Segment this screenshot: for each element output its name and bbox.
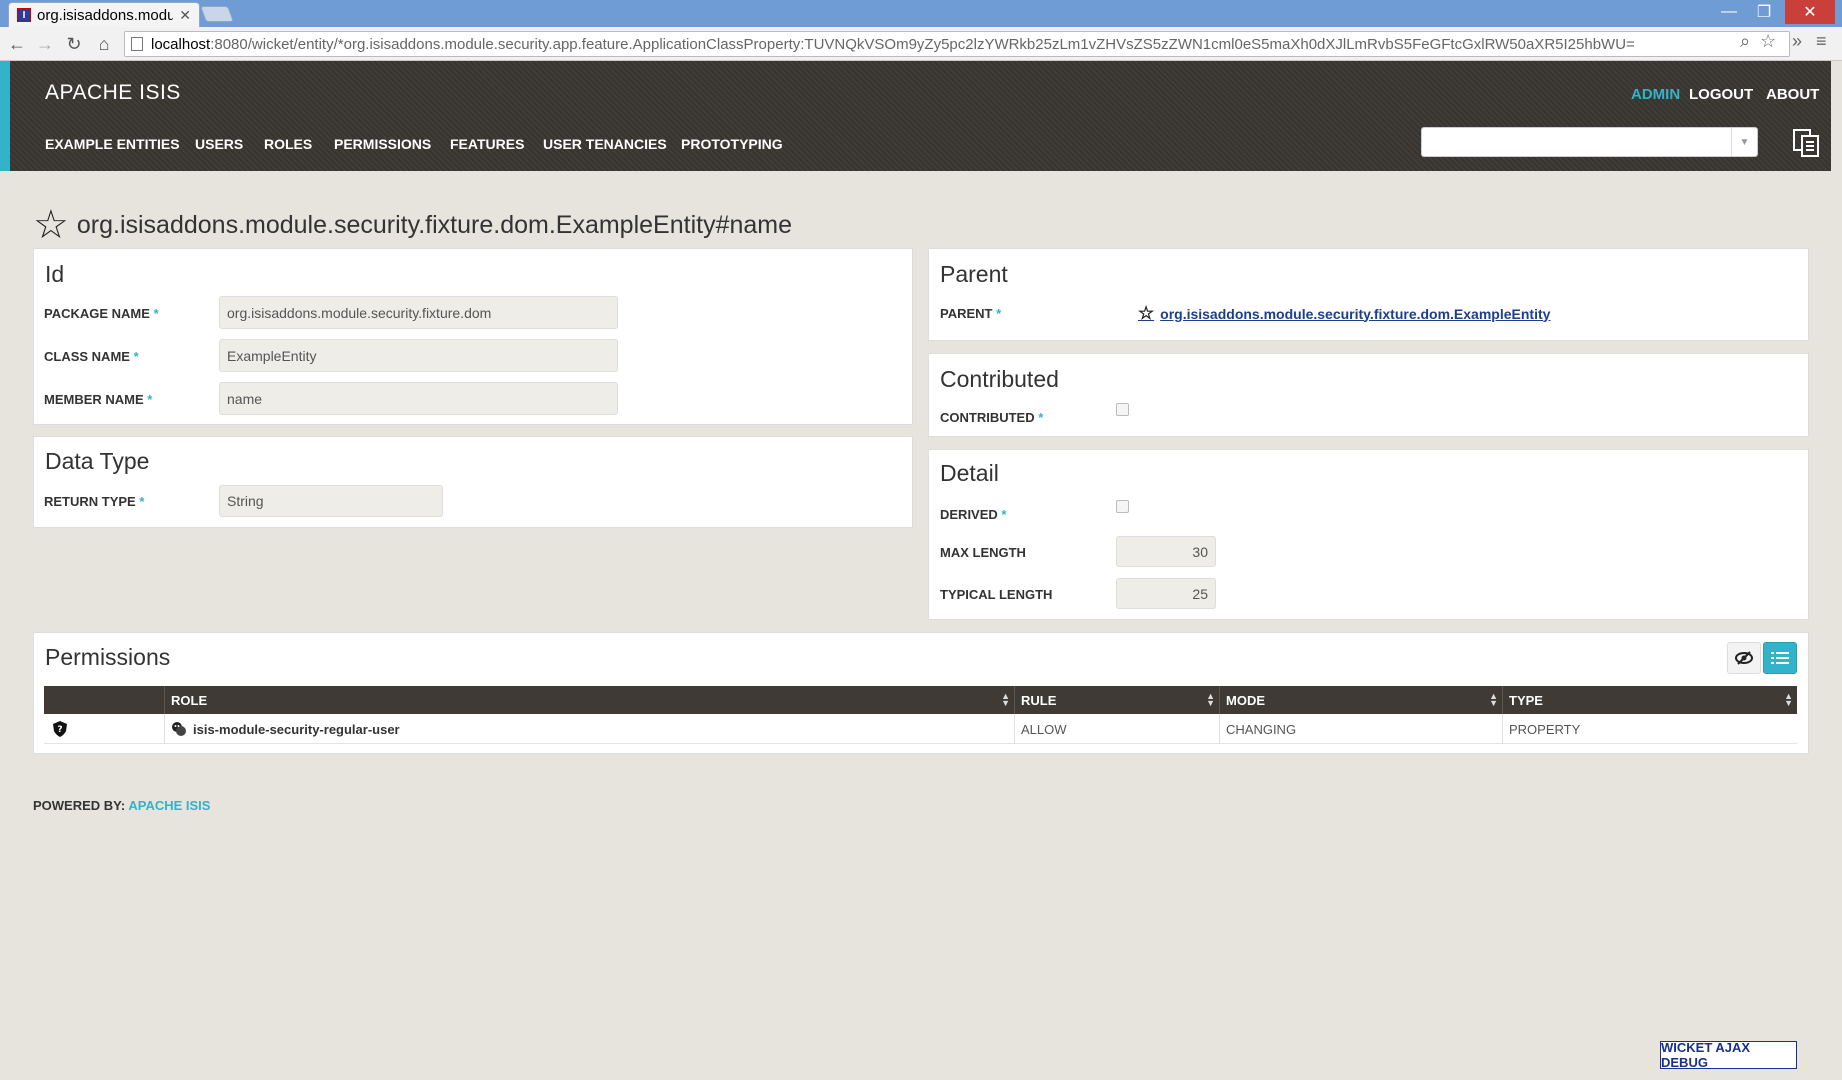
extensions-chevron-icon[interactable]: » — [1792, 31, 1802, 52]
role-masks-icon — [171, 721, 187, 737]
detail-heading: Detail — [940, 460, 999, 486]
parent-link[interactable]: ☆ org.isisaddons.module.security.fixture… — [1138, 303, 1550, 324]
svg-text:?: ? — [57, 725, 62, 735]
detail-panel: Detail — [928, 449, 1809, 620]
type-cell: PROPERTY — [1502, 714, 1797, 744]
icon-column-header — [44, 686, 164, 714]
sort-icon[interactable]: ▲ ▼ — [1489, 692, 1498, 708]
entity-star-icon: ☆ — [1138, 303, 1155, 323]
search-select[interactable]: ▼ — [1421, 127, 1758, 157]
member-name-label: MEMBER NAME * — [44, 392, 153, 407]
mode-column-header[interactable]: MODE ▲ ▼ — [1219, 686, 1502, 714]
eye-slash-icon — [1735, 651, 1753, 665]
sort-icon[interactable]: ▲ ▼ — [1784, 692, 1793, 708]
contributed-panel: Contributed — [928, 353, 1809, 437]
back-arrow-icon[interactable]: ← — [5, 32, 29, 56]
permission-shield-icon[interactable]: ? — [44, 714, 164, 744]
permissions-heading: Permissions — [45, 644, 171, 670]
forward-arrow-icon[interactable]: → — [33, 32, 57, 56]
menu-features[interactable]: FEATURES — [450, 136, 524, 152]
class-name-field[interactable]: ExampleEntity — [219, 339, 618, 372]
url-path: :8080/wicket/entity/*org.isisaddons.modu… — [210, 35, 1635, 53]
about-link[interactable]: ABOUT — [1766, 86, 1819, 103]
bookmark-star-icon[interactable]: ☆ — [1760, 31, 1776, 52]
type-column-header[interactable]: TYPE ▲ ▼ — [1502, 686, 1797, 714]
max-length-field[interactable]: 30 — [1116, 536, 1216, 567]
data-type-panel: Data Type — [33, 436, 913, 528]
menu-prototyping[interactable]: PROTOTYPING — [681, 136, 783, 152]
derived-label: DERIVED * — [940, 507, 1007, 522]
package-name-field[interactable]: org.isisaddons.module.security.fixture.d… — [219, 296, 618, 329]
permissions-table-header: ROLE ▲ ▼ RULE ▲ ▼ MODE ▲ ▼ TYPE ▲ ▼ — [44, 686, 1797, 714]
typical-length-field[interactable]: 25 — [1116, 578, 1216, 609]
typical-length-label: TYPICAL LENGTH — [940, 587, 1053, 602]
minimize-icon[interactable]: — — [1712, 0, 1746, 24]
rule-column-header[interactable]: RULE ▲ ▼ — [1014, 686, 1219, 714]
parent-heading: Parent — [940, 261, 1008, 287]
apache-isis-link[interactable]: APACHE ISIS — [128, 798, 210, 813]
logout-link[interactable]: LOGOUT — [1689, 86, 1753, 103]
zoom-icon[interactable]: ⌕ — [1740, 31, 1750, 52]
menu-permissions[interactable]: PERMISSIONS — [334, 136, 431, 152]
url-host: localhost — [151, 35, 211, 53]
id-panel-heading: Id — [45, 261, 65, 287]
home-icon[interactable]: ⌂ — [92, 32, 116, 56]
sort-icon[interactable]: ▲ ▼ — [1206, 692, 1215, 708]
user-menu[interactable]: ADMIN — [1631, 86, 1680, 103]
powered-by-text: POWERED BY: — [33, 798, 126, 813]
wicket-ajax-debug-button[interactable]: WICKET AJAX DEBUG — [1660, 1040, 1797, 1070]
menu-user-tenancies[interactable]: USER TENANCIES — [543, 136, 667, 152]
brand-logo[interactable]: APACHE ISIS — [45, 81, 181, 105]
chrome-menu-icon[interactable]: ≡ — [1816, 31, 1827, 52]
clipboard-icon[interactable] — [1790, 127, 1824, 159]
list-icon — [1771, 652, 1789, 664]
derived-checkbox[interactable] — [1116, 500, 1129, 513]
table-row[interactable]: ? isis-module-security-regular-user ALLO… — [44, 714, 1797, 744]
maximize-icon[interactable]: ❐ — [1747, 0, 1781, 24]
page-icon — [131, 37, 143, 51]
max-length-label: MAX LENGTH — [940, 545, 1026, 560]
chevron-down-icon[interactable]: ▼ — [1731, 128, 1757, 156]
return-type-field[interactable]: String — [219, 485, 443, 517]
reload-icon[interactable]: ↻ — [62, 32, 86, 56]
rule-cell: ALLOW — [1014, 714, 1219, 744]
menu-users[interactable]: USERS — [195, 136, 243, 152]
tab-close-icon[interactable]: ✕ — [179, 7, 191, 24]
menu-roles[interactable]: ROLES — [264, 136, 312, 152]
browser-tabstrip: I org.isisaddons.modu ✕ — ❐ ✕ — [0, 0, 1842, 27]
browser-toolbar: ← → ↻ ⌂ localhost:8080/wicket/entity/*or… — [0, 27, 1842, 61]
table-view-button[interactable] — [1763, 642, 1797, 674]
class-name-label: CLASS NAME * — [44, 349, 139, 364]
window-close-icon[interactable]: ✕ — [1785, 0, 1835, 24]
parent-panel: Parent — [928, 248, 1809, 341]
member-name-field[interactable]: name — [219, 382, 618, 415]
contributed-checkbox[interactable] — [1116, 403, 1129, 416]
parent-link-text[interactable]: org.isisaddons.module.security.fixture.d… — [1160, 306, 1550, 322]
browser-tab[interactable]: I org.isisaddons.modu ✕ — [8, 2, 200, 27]
tab-title: org.isisaddons.modu — [37, 6, 174, 24]
footer: POWERED BY: APACHE ISIS — [33, 798, 210, 813]
mode-cell: CHANGING — [1219, 714, 1502, 744]
data-type-heading: Data Type — [45, 448, 150, 474]
sort-icon[interactable]: ▲ ▼ — [1001, 692, 1010, 708]
hide-table-button[interactable] — [1727, 642, 1761, 674]
package-name-label: PACKAGE NAME * — [44, 306, 159, 321]
bookmark-star-icon[interactable]: ☆ — [33, 205, 69, 245]
contributed-label: CONTRIBUTED * — [940, 410, 1044, 425]
new-tab-button[interactable] — [200, 6, 234, 22]
app-header: APACHE ISIS ADMIN LOGOUT ABOUT EXAMPLE E… — [0, 61, 1831, 171]
parent-label: PARENT * — [940, 306, 1002, 321]
address-bar[interactable]: localhost:8080/wicket/entity/*org.isisad… — [124, 31, 1790, 57]
menu-example-entities[interactable]: EXAMPLE ENTITIES — [45, 136, 180, 152]
page-title: ☆ org.isisaddons.module.security.fixture… — [33, 205, 792, 245]
isis-favicon-icon: I — [17, 8, 31, 22]
contributed-heading: Contributed — [940, 366, 1059, 392]
role-column-header[interactable]: ROLE ▲ ▼ — [164, 686, 1014, 714]
role-cell[interactable]: isis-module-security-regular-user — [164, 714, 1014, 744]
page-title-text: org.isisaddons.module.security.fixture.d… — [76, 210, 793, 239]
return-type-label: RETURN TYPE * — [44, 494, 145, 509]
